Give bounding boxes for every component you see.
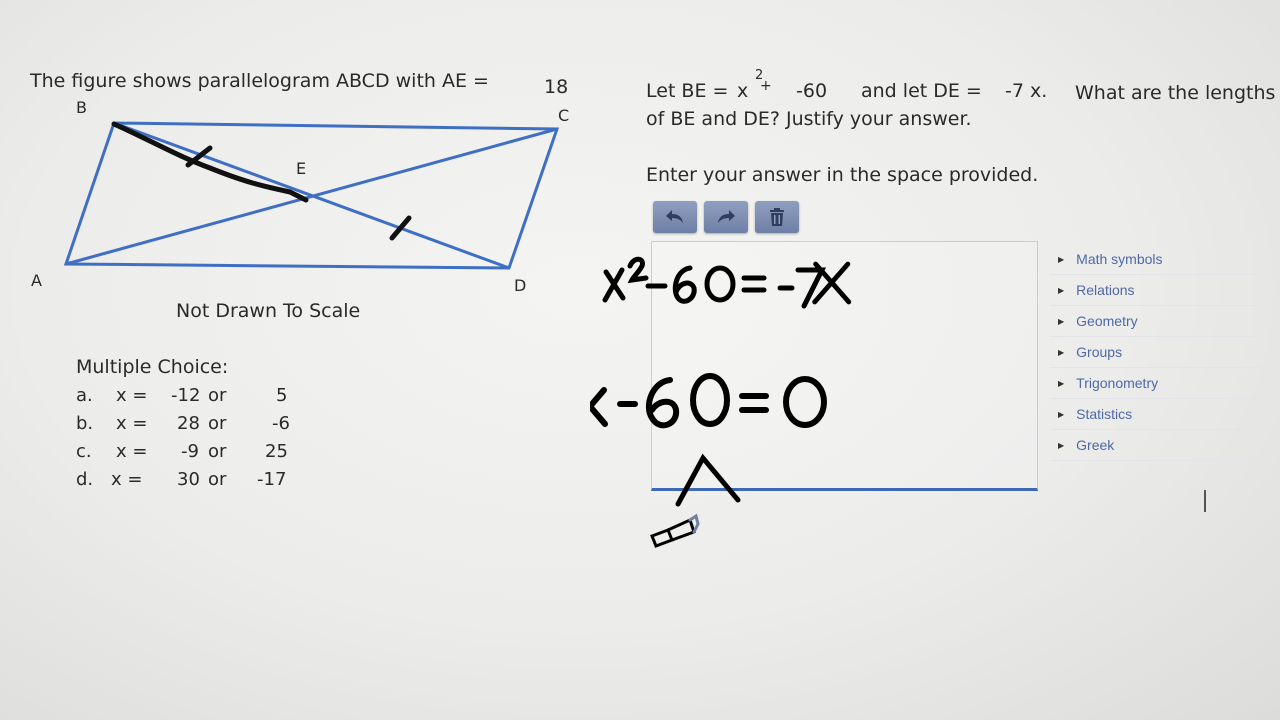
vertex-label-c: C bbox=[558, 106, 570, 125]
point-label-e: E bbox=[296, 159, 307, 178]
choice-value-1: 30 bbox=[177, 469, 200, 490]
menu-item-trigonometry[interactable]: ▶ Trigonometry bbox=[1050, 368, 1260, 399]
choice-eq: x = bbox=[111, 469, 143, 490]
choice-value-2: -17 bbox=[257, 469, 287, 490]
parallelogram-figure bbox=[63, 121, 560, 270]
handwriting-overlay bbox=[590, 256, 852, 548]
question-ask-line2: of BE and DE? Justify your answer. bbox=[646, 108, 972, 130]
expand-arrow-icon: ▶ bbox=[1058, 409, 1065, 419]
choice-eq: x = bbox=[116, 441, 148, 462]
choice-letter: d. bbox=[76, 469, 94, 490]
menu-item-label: Greek bbox=[1076, 437, 1115, 453]
expand-arrow-icon: ▶ bbox=[1058, 316, 1065, 326]
choice-letter: a. bbox=[76, 385, 93, 406]
vertex-label-a: A bbox=[31, 271, 42, 290]
expand-arrow-icon: ▶ bbox=[1058, 254, 1065, 264]
expand-arrow-icon: ▶ bbox=[1058, 378, 1065, 388]
question-ask-line1: What are the lengths bbox=[1075, 82, 1276, 104]
choice-value-1: -12 bbox=[171, 385, 201, 406]
menu-item-label: Trigonometry bbox=[1076, 375, 1159, 391]
expand-arrow-icon: ▶ bbox=[1058, 285, 1065, 295]
multiple-choice-title: Multiple Choice: bbox=[76, 356, 229, 378]
diagonal-ac bbox=[65, 127, 558, 266]
vertex-label-d: D bbox=[514, 276, 527, 295]
menu-item-relations[interactable]: ▶ Relations bbox=[1050, 275, 1260, 306]
delete-button[interactable] bbox=[755, 201, 799, 233]
expand-arrow-icon: ▶ bbox=[1058, 347, 1065, 357]
menu-item-label: Relations bbox=[1076, 282, 1135, 298]
choice-value-2: 25 bbox=[265, 441, 288, 462]
vertex-label-b: B bbox=[76, 98, 87, 117]
figure-caption: Not Drawn To Scale bbox=[176, 300, 361, 322]
undo-icon bbox=[666, 210, 683, 223]
menu-item-greek[interactable]: ▶ Greek bbox=[1050, 430, 1260, 461]
undo-button[interactable] bbox=[653, 201, 697, 233]
expand-arrow-icon: ▶ bbox=[1058, 440, 1065, 450]
choice-or: or bbox=[208, 469, 227, 490]
choice-value-2: -6 bbox=[272, 413, 290, 434]
be-plus: + bbox=[760, 78, 772, 94]
menu-item-label: Math symbols bbox=[1076, 251, 1163, 267]
menu-item-math-symbols[interactable]: ▶ Math symbols bbox=[1050, 244, 1260, 275]
menu-item-label: Statistics bbox=[1076, 406, 1133, 422]
choice-eq: x = bbox=[116, 413, 148, 434]
menu-item-geometry[interactable]: ▶ Geometry bbox=[1050, 306, 1260, 337]
choice-or: or bbox=[208, 413, 227, 434]
let-be-label: Let BE = bbox=[646, 80, 729, 102]
de-value: -7 x. bbox=[1005, 80, 1048, 102]
trash-icon bbox=[770, 208, 784, 226]
ink-highlight-be bbox=[111, 121, 309, 203]
choice-value-1: 28 bbox=[177, 413, 200, 434]
choice-letter: b. bbox=[76, 413, 94, 434]
instruction-text: Enter your answer in the space provided. bbox=[646, 164, 1039, 186]
text-cursor bbox=[1204, 490, 1206, 512]
menu-item-statistics[interactable]: ▶ Statistics bbox=[1050, 399, 1260, 430]
choice-or: or bbox=[208, 441, 227, 462]
symbol-menu: ▶ Math symbols ▶ Relations ▶ Geometry ▶ … bbox=[1050, 244, 1260, 461]
ink-tick-mark-2 bbox=[389, 215, 412, 241]
let-de-label: and let DE = bbox=[861, 80, 982, 102]
choice-value-2: 5 bbox=[276, 385, 288, 406]
pen-cursor-icon bbox=[650, 513, 700, 548]
choice-letter: c. bbox=[76, 441, 92, 462]
choice-or: or bbox=[208, 385, 227, 406]
choice-eq: x = bbox=[116, 385, 148, 406]
choice-value-1: -9 bbox=[181, 441, 199, 462]
redo-button[interactable] bbox=[704, 201, 748, 233]
menu-item-label: Geometry bbox=[1076, 313, 1138, 329]
be-constant: -60 bbox=[796, 80, 828, 102]
redo-icon bbox=[718, 210, 735, 223]
menu-item-groups[interactable]: ▶ Groups bbox=[1050, 337, 1260, 368]
menu-item-label: Groups bbox=[1076, 344, 1123, 360]
be-variable: x bbox=[737, 80, 749, 102]
